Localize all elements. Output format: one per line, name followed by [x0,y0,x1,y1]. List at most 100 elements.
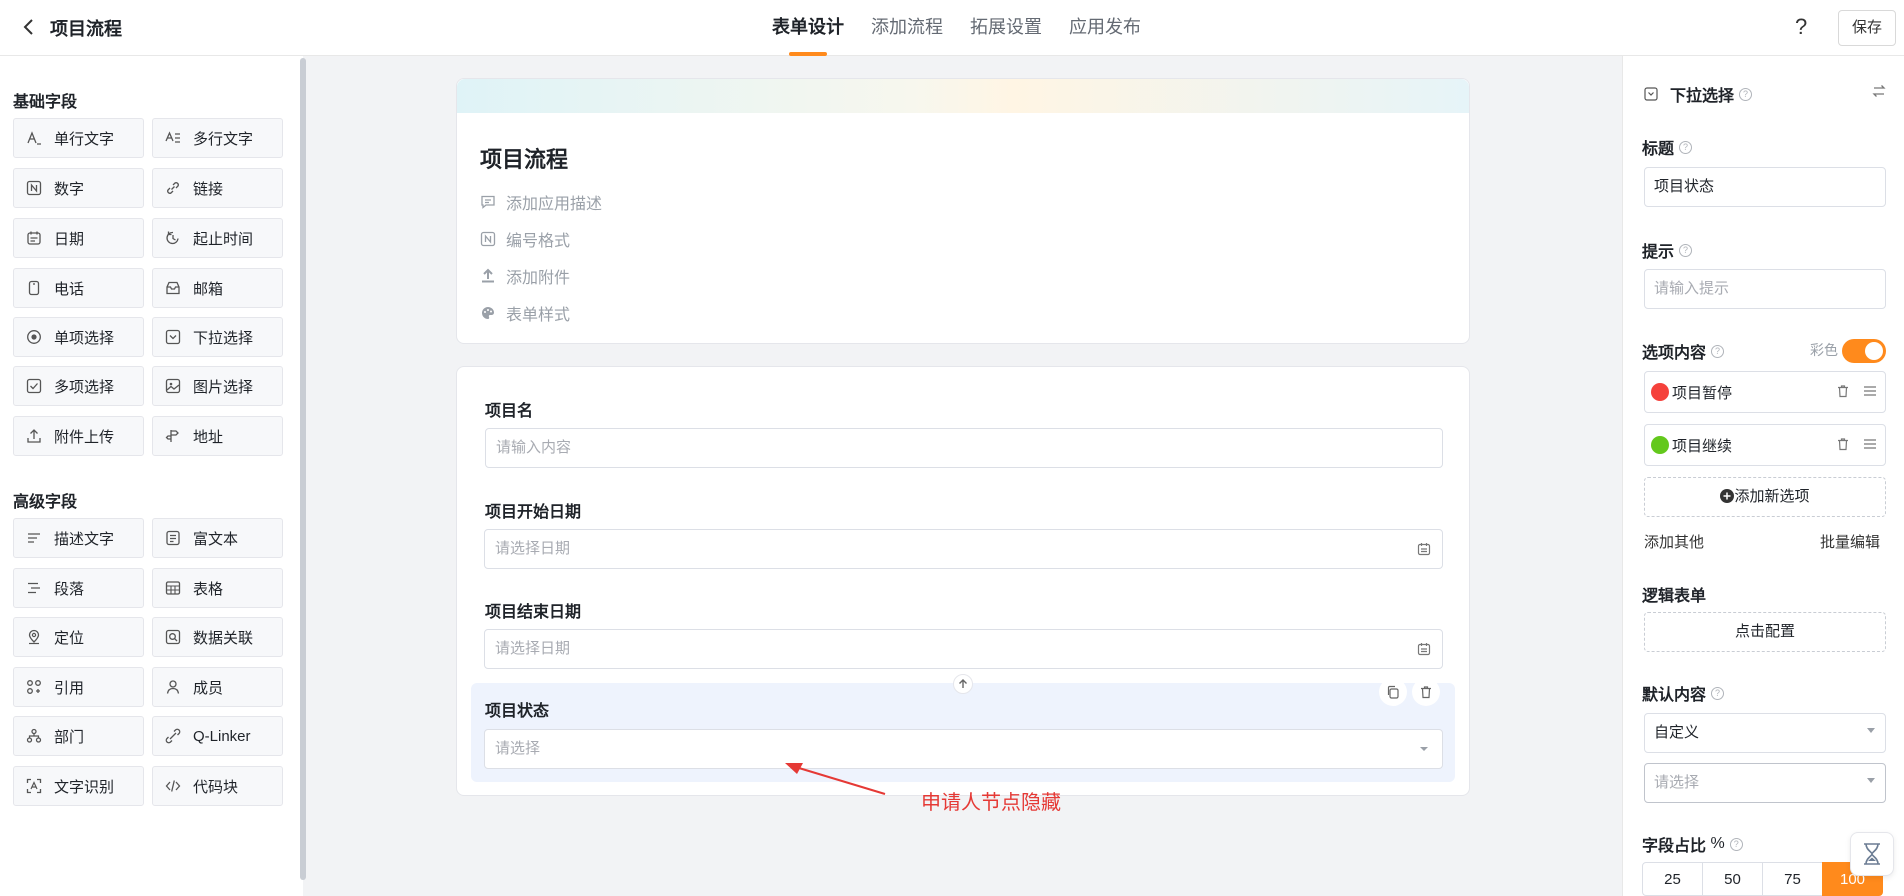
plus-circle-icon [1720,480,1735,518]
field-image-choice[interactable]: 图片选择 [152,366,283,406]
form-banner [457,79,1469,113]
help-circle-icon[interactable]: ? [1679,140,1693,154]
help-circle-icon[interactable]: ? [1739,87,1753,101]
form-style-link[interactable]: 表单样式 [480,301,570,325]
field-single-choice[interactable]: 单项选择 [13,317,144,357]
scan-text-icon [26,778,42,794]
palette-scrollbar[interactable] [300,58,306,880]
switch-type-icon[interactable] [1871,83,1887,103]
default-label-text: 默认内容 [1642,687,1707,704]
width-option-50[interactable]: 50 [1702,862,1763,896]
project-name-input[interactable]: 请输入内容 [485,428,1443,468]
dropdown-icon [1644,87,1658,101]
tab-extend-settings[interactable]: 拓展设置 [970,0,1042,56]
field-text-recognition[interactable]: 文字识别 [13,766,144,806]
paragraph-icon [26,580,42,596]
form-title[interactable]: 项目流程 [480,142,568,174]
caret-down-icon [1867,778,1875,783]
move-up-icon[interactable] [953,674,973,694]
meta-label: 编号格式 [506,233,571,250]
tab-add-process[interactable]: 添加流程 [871,0,943,56]
field-date-range[interactable]: 起止时间 [152,218,283,258]
save-button[interactable]: 保存 [1838,10,1896,46]
property-type-label: 下拉选择 [1670,88,1735,105]
width-option-75[interactable]: 75 [1762,862,1823,896]
field-multi-choice[interactable]: 多项选择 [13,366,144,406]
field-data-link[interactable]: 数据关联 [152,617,283,657]
tab-form-design[interactable]: 表单设计 [772,0,844,56]
help-circle-icon[interactable]: ? [1711,344,1725,358]
user-icon [165,679,181,695]
add-option-button[interactable]: 添加新选项 [1644,477,1886,517]
field-code-block[interactable]: 代码块 [152,766,283,806]
hint-input[interactable]: 请输入提示 [1644,269,1886,309]
title-input[interactable]: 项目状态 [1644,167,1886,207]
help-icon[interactable]: ? [1795,14,1807,40]
logic-form-label: 逻辑表单 [1642,588,1707,605]
app-title: 项目流程 [50,19,122,39]
default-mode-value: 自定义 [1654,724,1700,741]
end-date-placeholder: 请选择日期 [495,640,571,657]
option-color-dot[interactable] [1651,436,1669,454]
delete-icon[interactable] [1412,678,1440,706]
trash-icon[interactable] [1836,437,1850,455]
option-item[interactable]: 项目暂停 [1644,371,1886,413]
help-circle-icon[interactable]: ? [1711,686,1725,700]
field-department[interactable]: 部门 [13,716,144,756]
field-link[interactable]: 链接 [152,168,283,208]
code-icon [165,778,181,794]
text-icon [26,130,42,146]
mailbox-icon [165,280,181,296]
field-dropdown[interactable]: 下拉选择 [152,317,283,357]
default-mode-select[interactable]: 自定义 [1644,713,1886,753]
field-reference[interactable]: 引用 [13,667,144,707]
signpost-icon [165,428,181,444]
field-label: 数据关联 [193,629,254,647]
field-rich-text[interactable]: 富文本 [152,518,283,558]
add-other-link[interactable]: 添加其他 [1644,531,1704,552]
image-icon [165,378,181,394]
width-option-25[interactable]: 25 [1642,862,1703,896]
field-multi-line-text[interactable]: 多行文字 [152,118,283,158]
field-address[interactable]: 地址 [152,416,283,456]
add-attachment-link[interactable]: 添加附件 [480,264,570,288]
copy-icon[interactable] [1379,678,1407,706]
field-number[interactable]: 数字 [13,168,144,208]
hourglass-icon[interactable] [1850,832,1894,876]
title-label-text: 标题 [1642,141,1675,158]
field-q-linker[interactable]: Q-Linker [152,716,283,756]
form-header-card: 项目流程 添加应用描述 编号格式 添加附件 表单样式 [456,78,1470,344]
drag-handle-icon[interactable] [1863,384,1877,402]
help-circle-icon[interactable]: ? [1679,243,1693,257]
field-date[interactable]: 日期 [13,218,144,258]
field-paragraph[interactable]: 段落 [13,568,144,608]
trash-icon[interactable] [1836,384,1850,402]
field-description-text[interactable]: 描述文字 [13,518,144,558]
color-toggle[interactable] [1842,339,1886,363]
configure-logic-button[interactable]: 点击配置 [1644,612,1886,652]
tab-app-publish[interactable]: 应用发布 [1069,0,1141,56]
option-color-dot[interactable] [1651,383,1669,401]
default-value-select[interactable]: 请选择 [1644,763,1886,803]
help-circle-icon[interactable]: ? [1729,837,1743,851]
start-date-picker[interactable]: 请选择日期 [484,529,1443,569]
project-status-select[interactable]: 请选择 [484,729,1443,769]
batch-edit-link[interactable]: 批量编辑 [1820,531,1880,552]
option-item[interactable]: 项目继续 [1644,424,1886,466]
field-member[interactable]: 成员 [152,667,283,707]
add-description-link[interactable]: 添加应用描述 [480,190,602,214]
drag-handle-icon[interactable] [1863,437,1877,455]
field-email[interactable]: 邮箱 [152,268,283,308]
end-date-picker[interactable]: 请选择日期 [484,629,1443,669]
field-location[interactable]: 定位 [13,617,144,657]
field-table[interactable]: 表格 [152,568,283,608]
numbering-format-link[interactable]: 编号格式 [480,227,570,251]
field-attachment[interactable]: 附件上传 [13,416,144,456]
hint-label-text: 提示 [1642,244,1675,261]
field-label: 电话 [54,280,85,298]
field-phone[interactable]: 电话 [13,268,144,308]
reference-icon [26,679,42,695]
back-icon[interactable] [18,17,38,37]
link-icon [165,180,181,196]
field-single-line-text[interactable]: 单行文字 [13,118,144,158]
